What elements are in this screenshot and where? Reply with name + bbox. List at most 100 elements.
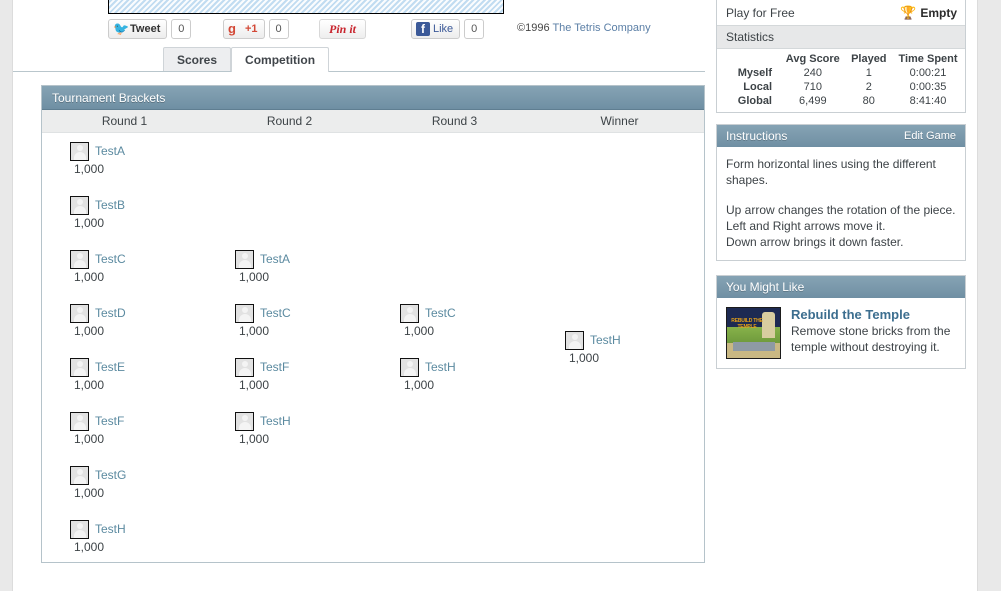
bracket-entry[interactable]: TestD 1,000 bbox=[42, 303, 207, 341]
player-name-link[interactable]: TestH bbox=[590, 333, 621, 347]
tab-divider bbox=[13, 71, 705, 72]
bracket-entry[interactable]: TestH 1,000 bbox=[537, 330, 702, 368]
copyright-notice: ©1996 The Tetris Company bbox=[517, 22, 651, 34]
thumb-ruin-shape bbox=[733, 342, 775, 351]
bracket-entry[interactable]: TestF 1,000 bbox=[42, 411, 207, 449]
player-name-link[interactable]: TestA bbox=[95, 144, 125, 158]
tournament-brackets-panel: Tournament Brackets Round 1 Round 2 Roun… bbox=[41, 85, 705, 563]
play-for-free-row: Play for Free 🏆 Empty bbox=[717, 0, 965, 25]
trophy-icon: 🏆 bbox=[900, 5, 917, 20]
table-row: Global 6,499 80 8:41:40 bbox=[717, 94, 965, 108]
google-plus-count[interactable]: 0 bbox=[268, 19, 289, 39]
avatar bbox=[235, 303, 254, 323]
statistics-heading: Statistics bbox=[717, 25, 965, 49]
avatar bbox=[70, 249, 89, 269]
stats-global-played: 80 bbox=[862, 95, 875, 107]
stats-row-label-local: Local bbox=[743, 81, 772, 93]
statistics-card: Play for Free 🏆 Empty Statistics Avg Sco… bbox=[716, 0, 966, 113]
bracket-entry[interactable]: TestF 1,000 bbox=[207, 357, 372, 395]
tetris-company-link[interactable]: The Tetris Company bbox=[552, 22, 650, 34]
stats-local-played: 2 bbox=[865, 81, 872, 93]
player-name-link[interactable]: TestA bbox=[260, 252, 290, 266]
stats-local-avg-score: 710 bbox=[803, 81, 822, 93]
player-name-link[interactable]: TestF bbox=[95, 414, 124, 428]
google-plus-button-group: g +1 0 bbox=[223, 19, 289, 39]
avatar bbox=[70, 411, 89, 431]
left-page-margin bbox=[0, 0, 13, 591]
player-name-link[interactable]: TestC bbox=[95, 252, 126, 266]
facebook-like-label: Like bbox=[433, 23, 454, 35]
you-might-like-header: You Might Like bbox=[717, 276, 965, 298]
instructions-body: Form horizontal lines using the differen… bbox=[717, 147, 965, 260]
player-name-link[interactable]: TestF bbox=[260, 360, 289, 374]
stats-corner-cell bbox=[717, 52, 779, 66]
google-plus-one-button[interactable]: g +1 bbox=[223, 19, 265, 39]
bracket-entry[interactable]: TestB 1,000 bbox=[42, 195, 207, 233]
player-name-link[interactable]: TestH bbox=[425, 360, 456, 374]
avatar bbox=[400, 357, 419, 377]
bracket-entry[interactable]: TestA 1,000 bbox=[42, 141, 207, 179]
play-for-free-label[interactable]: Play for Free bbox=[726, 6, 795, 20]
bracket-entry[interactable]: TestC 1,000 bbox=[372, 303, 537, 341]
game-title-link[interactable]: Rebuild the Temple bbox=[791, 307, 956, 322]
game-description: Remove stone bricks from the temple with… bbox=[791, 324, 951, 354]
facebook-button-group: f Like 0 bbox=[411, 19, 485, 39]
right-page-margin bbox=[977, 0, 1001, 591]
player-name-link[interactable]: TestC bbox=[425, 306, 456, 320]
bracket-entry[interactable]: TestH 1,000 bbox=[372, 357, 537, 395]
table-header-row: Avg Score Played Time Spent bbox=[717, 52, 965, 66]
game-canvas-bottom-edge[interactable] bbox=[108, 0, 504, 14]
main-content-column: 🐦 Tweet 0 g +1 0 Pin it f Like 0 ©1996 T… bbox=[13, 0, 713, 591]
bracket-column-round-3: TestC 1,000 TestH 1,000 bbox=[372, 133, 537, 561]
facebook-like-count[interactable]: 0 bbox=[464, 19, 485, 39]
bracket-entry[interactable]: TestC 1,000 bbox=[207, 303, 372, 341]
player-name-link[interactable]: TestH bbox=[260, 414, 291, 428]
tab-scores[interactable]: Scores bbox=[163, 47, 232, 72]
player-name-link[interactable]: TestD bbox=[95, 306, 126, 320]
player-score: 1,000 bbox=[74, 162, 105, 176]
social-share-row: 🐦 Tweet 0 g +1 0 Pin it f Like 0 ©1996 T… bbox=[108, 19, 708, 41]
bracket-entry[interactable]: TestC 1,000 bbox=[42, 249, 207, 287]
instructions-heading: Instructions bbox=[726, 129, 788, 143]
player-score: 1,000 bbox=[74, 540, 105, 554]
bracket-entry[interactable]: TestH 1,000 bbox=[42, 519, 207, 557]
trophy-status: 🏆 Empty bbox=[900, 6, 957, 20]
brackets-column-headers: Round 1 Round 2 Round 3 Winner bbox=[42, 110, 704, 133]
brackets-panel-title: Tournament Brackets bbox=[42, 86, 704, 110]
page-root: 🐦 Tweet 0 g +1 0 Pin it f Like 0 ©1996 T… bbox=[0, 0, 1001, 591]
stats-global-avg-score: 6,499 bbox=[799, 95, 827, 107]
copyright-year: ©1996 bbox=[517, 22, 553, 34]
instructions-card: Instructions Edit Game Form horizontal l… bbox=[716, 124, 966, 261]
bracket-entry[interactable]: TestG 1,000 bbox=[42, 465, 207, 503]
brackets-body: TestA 1,000 TestB 1,000 TestC 1,000 Test… bbox=[42, 133, 704, 561]
instructions-paragraph-4: Down arrow brings it down faster. bbox=[726, 235, 904, 249]
player-score: 1,000 bbox=[74, 486, 105, 500]
stats-row-label-myself: Myself bbox=[737, 67, 772, 79]
stats-myself-avg-score: 240 bbox=[803, 67, 822, 79]
you-might-like-body: REBUILD THE TEMPLE Rebuild the Temple Re… bbox=[717, 298, 965, 368]
tweet-button[interactable]: 🐦 Tweet bbox=[108, 19, 168, 39]
stats-global-time-spent: 8:41:40 bbox=[909, 95, 947, 107]
player-name-link[interactable]: TestG bbox=[95, 468, 126, 482]
player-name-link[interactable]: TestB bbox=[95, 198, 125, 212]
edit-game-link[interactable]: Edit Game bbox=[904, 130, 956, 142]
column-header-winner: Winner bbox=[600, 114, 639, 128]
facebook-like-button[interactable]: f Like bbox=[411, 19, 461, 39]
trophy-status-label: Empty bbox=[920, 5, 957, 20]
right-sidebar: Play for Free 🏆 Empty Statistics Avg Sco… bbox=[716, 0, 966, 379]
player-name-link[interactable]: TestH bbox=[95, 522, 126, 536]
column-header-round-3: Round 3 bbox=[431, 114, 478, 128]
player-name-link[interactable]: TestC bbox=[260, 306, 291, 320]
avatar bbox=[70, 357, 89, 377]
pin-it-button[interactable]: Pin it bbox=[319, 19, 367, 39]
player-name-link[interactable]: TestE bbox=[95, 360, 125, 374]
player-score: 1,000 bbox=[404, 378, 435, 392]
bracket-entry[interactable]: TestE 1,000 bbox=[42, 357, 207, 395]
game-thumbnail[interactable]: REBUILD THE TEMPLE bbox=[726, 307, 781, 359]
bracket-entry[interactable]: TestA 1,000 bbox=[207, 249, 372, 287]
tweet-count[interactable]: 0 bbox=[171, 19, 192, 39]
tab-competition[interactable]: Competition bbox=[231, 47, 330, 72]
you-might-like-heading: You Might Like bbox=[726, 280, 805, 294]
bracket-entry[interactable]: TestH 1,000 bbox=[207, 411, 372, 449]
avatar bbox=[70, 141, 89, 161]
